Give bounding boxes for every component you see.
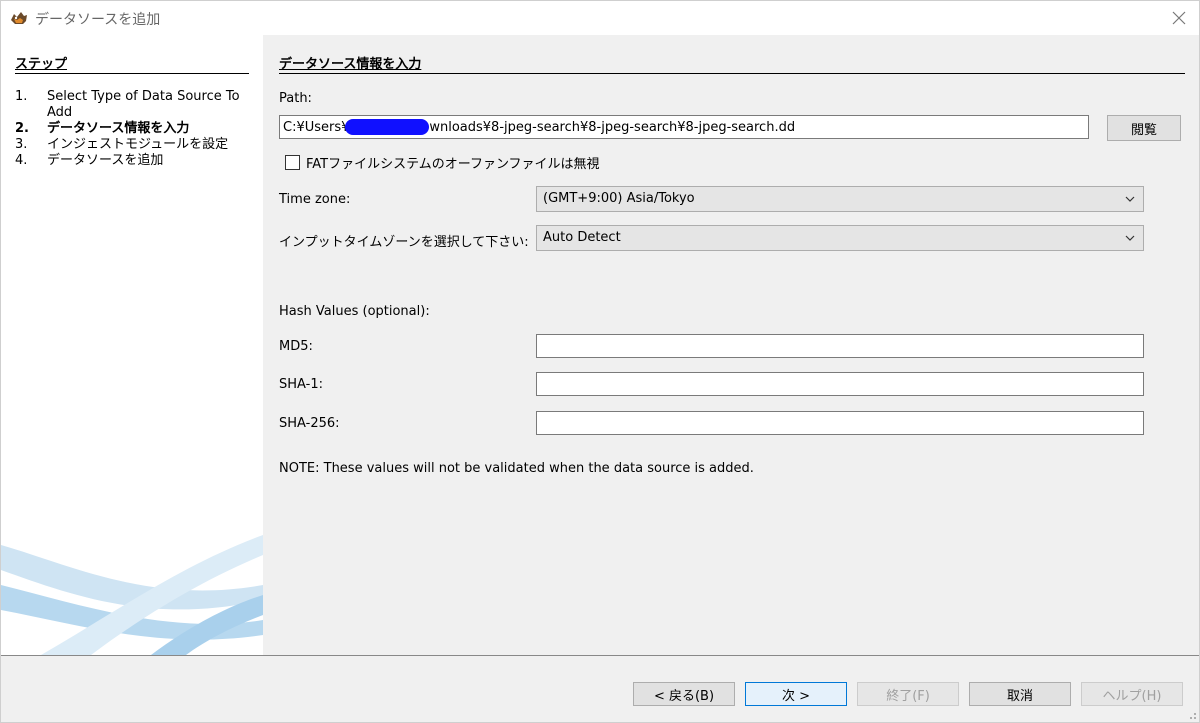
timezone-select[interactable]: (GMT+9:00) Asia/Tokyo — [536, 186, 1144, 212]
step-item-1: 1. Select Type of Data Source To Add — [15, 89, 251, 121]
cancel-button[interactable]: 取消 — [969, 682, 1071, 706]
step-item-4: 4. データソースを追加 — [15, 153, 251, 169]
redaction-mark — [345, 119, 429, 135]
hash-heading: Hash Values (optional): — [279, 304, 430, 319]
back-button[interactable]: < 戻る(B) — [633, 682, 735, 706]
section-heading: データソース情報を入力 — [279, 53, 1185, 74]
next-button[interactable]: 次 > — [745, 682, 847, 706]
help-button[interactable]: ヘルプ(H) — [1081, 682, 1183, 706]
input-timezone-value: Auto Detect — [543, 230, 621, 245]
ignore-orphan-label: FATファイルシステムのオーファンファイルは無視 — [306, 157, 600, 172]
browse-button[interactable]: 閲覧 — [1107, 115, 1181, 141]
path-label: Path: — [279, 91, 312, 106]
decorative-swoosh — [1, 535, 263, 655]
sha256-input[interactable] — [536, 411, 1144, 435]
sha1-input[interactable] — [536, 372, 1144, 396]
step-number: 2. — [15, 121, 29, 136]
close-icon — [1172, 11, 1186, 25]
validation-note: NOTE: These values will not be validated… — [279, 461, 754, 476]
chevron-down-icon — [1125, 235, 1135, 241]
autopsy-dog-icon — [11, 12, 27, 24]
close-button[interactable] — [1165, 5, 1193, 31]
window-title: データソースを追加 — [35, 12, 161, 28]
steps-panel: ステップ 1. Select Type of Data Source To Ad… — [1, 35, 263, 655]
step-item-3: 3. インジェストモジュールを設定 — [15, 137, 251, 153]
step-number: 3. — [15, 137, 28, 152]
step-number: 1. — [15, 89, 28, 104]
step-label: データソース情報を入力 — [47, 121, 190, 136]
timezone-value: (GMT+9:00) Asia/Tokyo — [543, 191, 695, 206]
title-bar[interactable]: データソースを追加 — [1, 1, 1199, 35]
dialog-footer: < 戻る(B) 次 > 終了(F) 取消 ヘルプ(H) — [1, 655, 1199, 722]
sha256-label: SHA-256: — [279, 416, 340, 431]
input-timezone-select[interactable]: Auto Detect — [536, 225, 1144, 251]
md5-label: MD5: — [279, 339, 313, 354]
step-item-2: 2. データソース情報を入力 — [15, 121, 251, 137]
sha1-label: SHA-1: — [279, 377, 323, 392]
step-label: データソースを追加 — [47, 153, 164, 168]
ignore-orphan-checkbox[interactable] — [285, 155, 300, 170]
ignore-orphan-row[interactable]: FATファイルシステムのオーファンファイルは無視 — [285, 153, 600, 172]
md5-input[interactable] — [536, 334, 1144, 358]
finish-button[interactable]: 終了(F) — [857, 682, 959, 706]
step-number: 4. — [15, 153, 28, 168]
content-panel: データソース情報を入力 Path: 閲覧 FATファイルシステムのオーファンファ… — [263, 35, 1199, 655]
timezone-label: Time zone: — [279, 192, 351, 207]
steps-list: 1. Select Type of Data Source To Add 2. … — [15, 89, 251, 169]
chevron-down-icon — [1125, 196, 1135, 202]
add-data-source-dialog: データソースを追加 ステップ 1. Select Type of Data So… — [0, 0, 1200, 723]
step-label: インジェストモジュールを設定 — [47, 137, 229, 152]
steps-heading: ステップ — [15, 53, 249, 74]
step-label: Select Type of Data Source To Add — [47, 89, 240, 120]
input-timezone-label: インプットタイムゾーンを選択して下さい: — [279, 235, 529, 250]
resize-grip-icon[interactable] — [1185, 708, 1197, 720]
